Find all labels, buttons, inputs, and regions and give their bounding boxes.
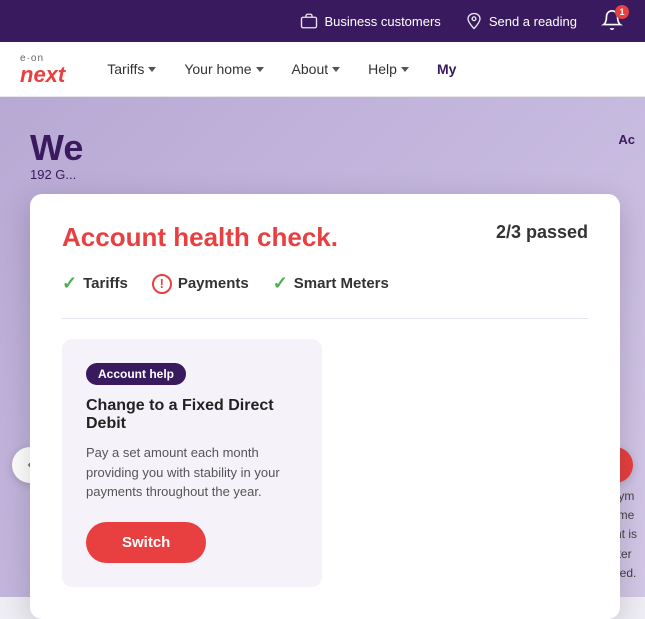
send-reading-label: Send a reading xyxy=(489,14,577,29)
card-tag: Account help xyxy=(86,363,186,385)
account-help-card: Account help Change to a Fixed Direct De… xyxy=(62,339,322,587)
check-smart-meters-label: Smart Meters xyxy=(294,275,389,292)
nav-help-label: Help xyxy=(368,61,397,77)
account-label: Ac xyxy=(618,132,635,147)
check-smart-meters: ✓ Smart Meters xyxy=(273,273,389,294)
modal-title: Account health check. xyxy=(62,222,338,253)
address-text: 192 G... xyxy=(30,167,76,182)
notification-badge: 1 xyxy=(615,5,629,19)
check-payments-label: Payments xyxy=(178,275,249,292)
check-items: ✓ Tariffs ! Payments ✓ Smart Meters xyxy=(62,273,588,294)
modal-divider xyxy=(62,318,588,319)
page-background: We Ac 192 G... ‹ › t paym payme ment is … xyxy=(0,97,645,597)
nav-my[interactable]: My xyxy=(425,53,468,85)
nav-your-home-label: Your home xyxy=(184,61,251,77)
nav-bar: e·on next Tariffs Your home About Help M… xyxy=(0,42,645,97)
chevron-down-icon xyxy=(256,67,264,72)
business-customers-link[interactable]: Business customers xyxy=(300,12,440,30)
nav-about[interactable]: About xyxy=(280,53,353,85)
send-reading-link[interactable]: Send a reading xyxy=(465,12,577,30)
check-payments: ! Payments xyxy=(152,274,249,294)
modal-header: Account health check. 2/3 passed xyxy=(62,222,588,253)
chevron-down-icon xyxy=(332,67,340,72)
check-ok-icon: ✓ xyxy=(62,273,77,294)
nav-items: Tariffs Your home About Help My xyxy=(95,53,625,85)
logo-main: next xyxy=(20,64,65,86)
chevron-down-icon xyxy=(148,67,156,72)
logo[interactable]: e·on next xyxy=(20,53,65,86)
check-tariffs: ✓ Tariffs xyxy=(62,273,128,294)
nav-your-home[interactable]: Your home xyxy=(172,53,275,85)
check-warn-icon: ! xyxy=(152,274,172,294)
chevron-down-icon xyxy=(401,67,409,72)
nav-tariffs[interactable]: Tariffs xyxy=(95,53,168,85)
card-description: Pay a set amount each month providing yo… xyxy=(86,443,298,502)
check-ok-icon-2: ✓ xyxy=(273,273,288,294)
page-title: We xyxy=(30,127,83,169)
card-title: Change to a Fixed Direct Debit xyxy=(86,397,298,433)
passed-badge: 2/3 passed xyxy=(496,222,588,243)
health-check-modal: Account health check. 2/3 passed ✓ Tarif… xyxy=(30,194,620,619)
top-bar: Business customers Send a reading 1 xyxy=(0,0,645,42)
nav-tariffs-label: Tariffs xyxy=(107,61,144,77)
check-tariffs-label: Tariffs xyxy=(83,275,128,292)
business-customers-label: Business customers xyxy=(324,14,440,29)
nav-help[interactable]: Help xyxy=(356,53,421,85)
switch-button[interactable]: Switch xyxy=(86,522,206,563)
nav-about-label: About xyxy=(292,61,329,77)
notification-icon[interactable]: 1 xyxy=(601,9,625,33)
